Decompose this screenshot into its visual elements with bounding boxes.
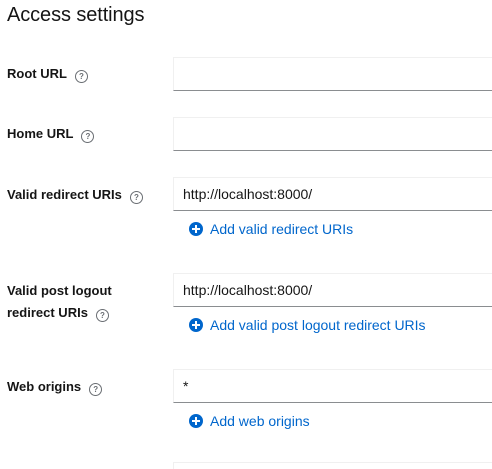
root-url-label-text: Root URL [7, 66, 67, 81]
add-valid-redirect-uris-label: Add valid redirect URIs [210, 221, 354, 237]
web-origins-input[interactable] [173, 369, 492, 403]
add-web-origins-button[interactable]: Add web origins [189, 413, 310, 429]
add-web-origins-label: Add web origins [210, 413, 310, 429]
root-url-label: Root URL? [7, 63, 88, 85]
valid-post-logout-help-icon[interactable]: ? [95, 309, 109, 322]
valid-post-logout-redirect-uri-input[interactable] [173, 273, 492, 307]
home-url-input[interactable] [173, 117, 492, 151]
root-url-input[interactable] [173, 57, 492, 91]
home-url-label: Home URL? [7, 123, 95, 145]
web-origins-help-icon[interactable]: ? [89, 383, 103, 396]
valid-redirect-uris-label: Valid redirect URIs? [7, 184, 143, 206]
home-url-label-text: Home URL [7, 126, 74, 141]
add-valid-post-logout-label: Add valid post logout redirect URIs [210, 317, 426, 333]
web-origins-label-text: Web origins [7, 379, 82, 394]
add-valid-redirect-uris-button[interactable]: Add valid redirect URIs [189, 221, 353, 237]
valid-redirect-uris-help-icon[interactable]: ? [129, 191, 143, 204]
plus-circle-icon [189, 318, 203, 332]
plus-circle-icon [189, 414, 203, 428]
home-url-help-icon[interactable]: ? [81, 130, 95, 143]
section-title: Access settings [7, 4, 145, 26]
web-origins-label: Web origins? [7, 376, 103, 398]
add-valid-post-logout-redirect-uris-button[interactable]: Add valid post logout redirect URIs [189, 317, 426, 333]
valid-post-logout-label-line2: redirect URIs [7, 305, 88, 320]
access-settings-panel: Access settings Root URL? Home URL? Vali… [0, 0, 492, 469]
valid-post-logout-label: Valid post logout redirect URIs? [7, 280, 112, 324]
valid-redirect-uri-input[interactable] [173, 177, 492, 211]
valid-post-logout-label-line1: Valid post logout [7, 283, 112, 298]
root-url-help-icon[interactable]: ? [74, 70, 88, 83]
next-field-input[interactable] [173, 462, 492, 469]
valid-redirect-uris-label-text: Valid redirect URIs [7, 187, 122, 202]
plus-circle-icon [189, 222, 203, 236]
